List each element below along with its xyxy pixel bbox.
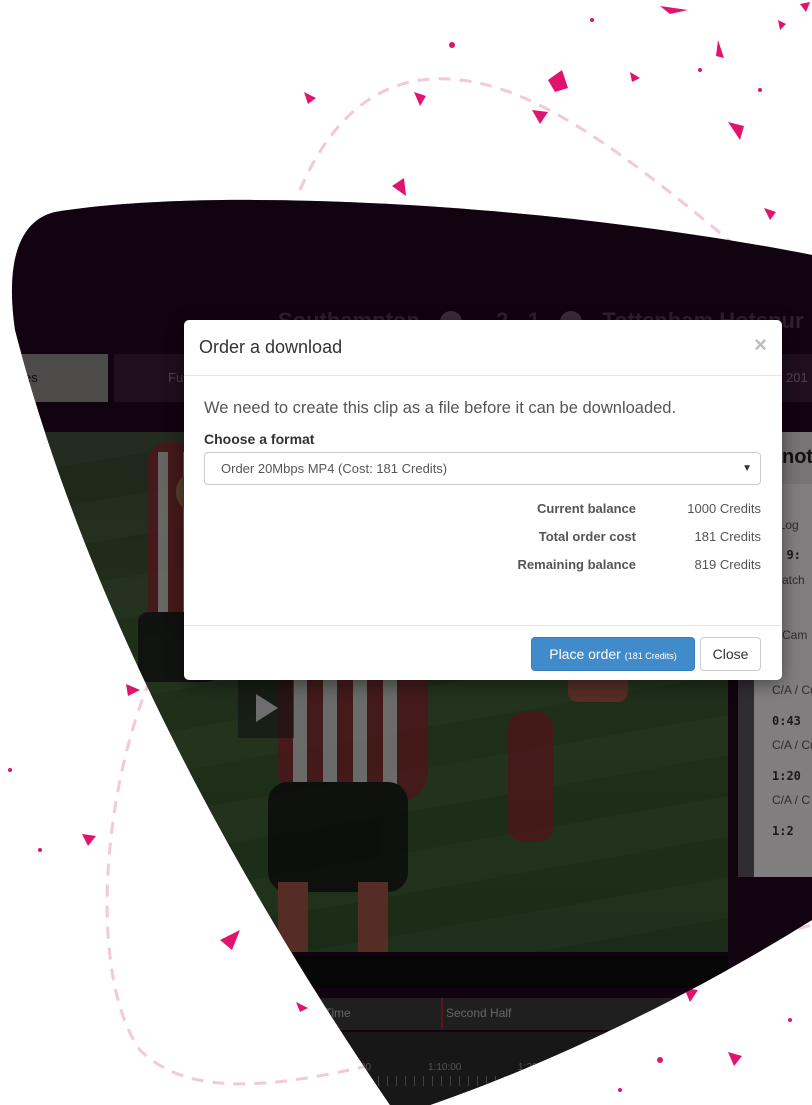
current-balance-label: Current balance [537,501,636,516]
modal-message: We need to create this clip as a file be… [204,399,677,417]
close-button[interactable]: Close [700,637,761,671]
place-order-cost: (181 Credits) [624,651,677,661]
order-cost-row: Total order cost 181 Credits [204,529,761,549]
format-selected-value: Order 20Mbps MP4 (Cost: 181 Credits) [221,461,448,476]
format-label: Choose a format [204,431,315,447]
format-select[interactable]: Order 20Mbps MP4 (Cost: 181 Credits) ▼ [204,452,761,485]
remaining-balance-value: 819 Credits [694,557,761,572]
remaining-balance-label: Remaining balance [517,557,636,572]
chevron-down-icon: ▼ [742,463,752,474]
place-order-label: Place order [549,646,621,662]
order-cost-label: Total order cost [538,529,636,544]
close-icon[interactable]: × [754,332,767,358]
modal-header: Order a download × [184,320,782,376]
modal-footer: Place order (181 Credits) Close [184,625,782,681]
order-cost-value: 181 Credits [694,529,761,544]
order-download-modal: Order a download × We need to create thi… [184,320,782,680]
current-balance-row: Current balance 1000 Credits [204,501,761,521]
modal-title: Order a download [199,337,343,357]
place-order-button[interactable]: Place order (181 Credits) [531,637,695,671]
current-balance-value: 1000 Credits [687,501,761,516]
remaining-balance-row: Remaining balance 819 Credits [204,557,761,577]
